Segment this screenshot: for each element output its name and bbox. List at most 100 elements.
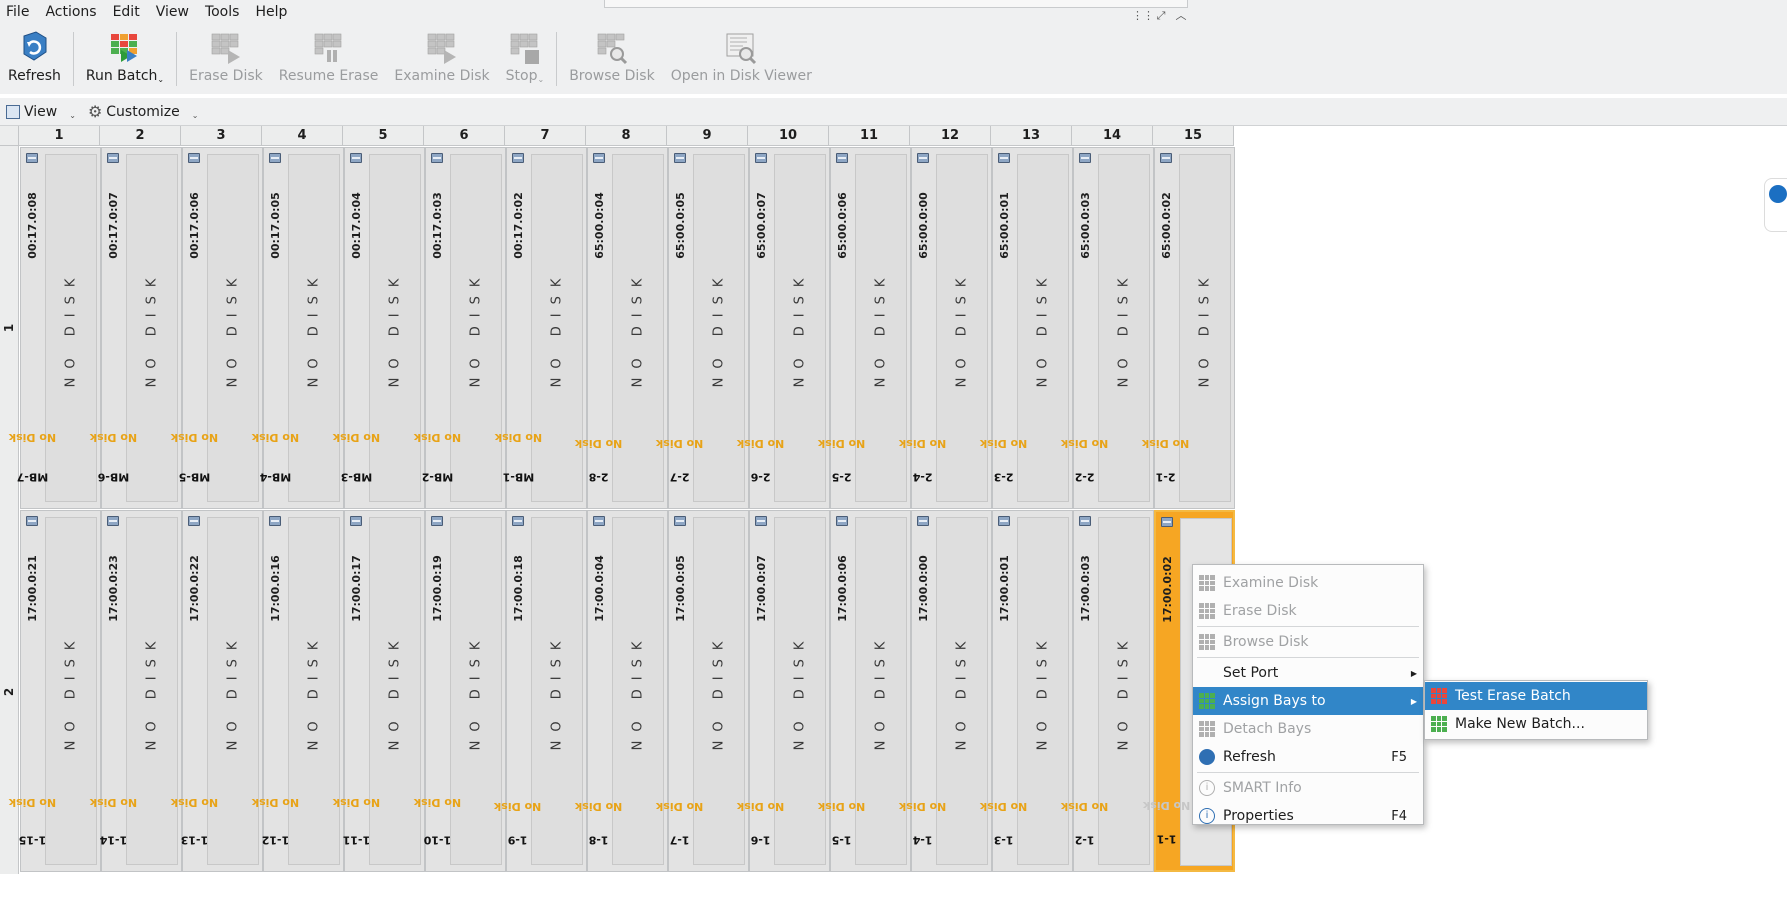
drive-bay[interactable]: 17:00.0:05 1-7 No Disk NO DISK xyxy=(656,510,749,872)
drive-bay[interactable]: 65:00.0:04 2-8 No Disk NO DISK xyxy=(575,147,668,509)
bay-label: MB-7 No Disk xyxy=(8,398,55,508)
drive-bay[interactable]: 17:00.0:22 1-13 No Disk NO DISK xyxy=(170,510,263,872)
examine-disk-button[interactable]: Examine Disk xyxy=(386,24,497,94)
batch-icon xyxy=(1431,688,1447,704)
drive-bay[interactable]: 17:00.0:07 1-6 No Disk NO DISK xyxy=(737,510,830,872)
erase-disk-button[interactable]: Erase Disk xyxy=(181,24,271,94)
drive-bay[interactable]: 17:00.0:19 1-10 No Disk NO DISK xyxy=(413,510,506,872)
drive-bay[interactable]: 00:17.0:02 MB-1 No Disk NO DISK xyxy=(494,147,587,509)
context-detach-bays[interactable]: Detach Bays xyxy=(1193,715,1423,743)
drive-bay[interactable]: 17:00.0:21 1-15 No Disk NO DISK xyxy=(8,510,101,872)
customize-button[interactable]: ⚙ Customize ⌄ xyxy=(82,102,205,121)
column-header: 5 xyxy=(343,126,424,146)
bay-status: No Disk xyxy=(899,799,947,813)
drive-bay[interactable]: 00:17.0:07 MB-6 No Disk NO DISK xyxy=(89,147,182,509)
menu-tools[interactable]: Tools xyxy=(197,0,248,24)
drive-bay[interactable]: 65:00.0:07 2-6 No Disk NO DISK xyxy=(737,147,830,509)
menu-edit[interactable]: Edit xyxy=(105,0,148,24)
context-properties[interactable]: i Properties F4 xyxy=(1193,802,1423,830)
column-header: 13 xyxy=(991,126,1072,146)
no-disk-text: NO DISK xyxy=(873,632,889,750)
drive-bay[interactable]: 17:00.0:16 1-12 No Disk NO DISK xyxy=(251,510,344,872)
drive-bay[interactable]: 17:00.0:03 1-2 No Disk NO DISK xyxy=(1061,510,1154,872)
erase-disk-icon xyxy=(1199,603,1215,619)
drive-bay[interactable]: 17:00.0:17 1-11 No Disk NO DISK xyxy=(332,510,425,872)
context-assign-bays[interactable]: Assign Bays to ▶ xyxy=(1193,687,1423,715)
menu-file[interactable]: File xyxy=(0,0,37,24)
context-set-port-label: Set Port xyxy=(1223,665,1279,681)
side-widget[interactable] xyxy=(1764,178,1787,232)
disk-icon xyxy=(917,516,929,526)
disk-icon xyxy=(755,516,767,526)
collapse-icon[interactable]: ︿ xyxy=(1172,8,1190,24)
bay-status: No Disk xyxy=(1061,436,1109,450)
test-erase-batch-label: Test Erase Batch xyxy=(1455,688,1571,704)
drive-bay[interactable]: 00:17.0:05 MB-4 No Disk NO DISK xyxy=(251,147,344,509)
bay-label: 1-1 No Disk xyxy=(1143,760,1190,870)
drive-bay[interactable]: 65:00.0:06 2-5 No Disk NO DISK xyxy=(818,147,911,509)
resume-erase-button[interactable]: Resume Erase xyxy=(271,24,387,94)
context-refresh[interactable]: Refresh F5 xyxy=(1193,743,1423,771)
drive-bay[interactable]: 65:00.0:02 2-1 No Disk NO DISK xyxy=(1142,147,1235,509)
view-button[interactable]: View ⌄ xyxy=(0,103,82,120)
context-examine-disk[interactable]: Examine Disk xyxy=(1193,569,1423,597)
column-header: 1 xyxy=(19,126,100,146)
bay-grid: 1 2 3 4 5 6 7 8 9 10 11 12 13 14 15 1 2 00:17.0:08 MB-7… xyxy=(0,126,1235,874)
bay-name: MB-6 xyxy=(97,470,129,484)
bay-label: 1-13 No Disk xyxy=(170,761,217,871)
bay-label: 2-2 No Disk xyxy=(1061,398,1108,508)
customize-dropdown-icon: ⌄ xyxy=(191,111,199,120)
drive-bay[interactable]: 65:00.0:00 2-4 No Disk NO DISK xyxy=(899,147,992,509)
menu-actions[interactable]: Actions xyxy=(37,0,104,24)
context-set-port[interactable]: Set Port ▶ xyxy=(1193,659,1423,687)
bay-name: 1-6 xyxy=(751,833,771,847)
bay-name: 2-3 xyxy=(994,470,1014,484)
bay-status: No Disk xyxy=(89,430,137,444)
drive-bay[interactable]: 00:17.0:06 MB-5 No Disk NO DISK xyxy=(170,147,263,509)
menu-view[interactable]: View xyxy=(148,0,197,24)
refresh-shortcut: F5 xyxy=(1391,749,1407,765)
stop-button[interactable]: Stop⌄ xyxy=(498,24,553,94)
refresh-button[interactable]: Refresh xyxy=(0,24,69,94)
drive-bay[interactable]: 00:17.0:03 MB-2 No Disk NO DISK xyxy=(413,147,506,509)
column-header: 4 xyxy=(262,126,343,146)
bay-name: 2-7 xyxy=(670,470,690,484)
disk-icon xyxy=(188,153,200,163)
bay-port: 17:00.0:07 xyxy=(754,554,768,622)
drive-bay[interactable]: 00:17.0:04 MB-3 No Disk NO DISK xyxy=(332,147,425,509)
bay-port: 65:00.0:07 xyxy=(754,191,768,259)
drive-bay[interactable]: 17:00.0:23 1-14 No Disk NO DISK xyxy=(89,510,182,872)
run-batch-button[interactable]: Run Batch⌄ xyxy=(78,24,172,94)
context-browse-disk[interactable]: Browse Disk xyxy=(1193,628,1423,656)
submenu-make-new-batch[interactable]: Make New Batch... xyxy=(1425,710,1647,738)
drive-bay[interactable]: 17:00.0:01 1-3 No Disk NO DISK xyxy=(980,510,1073,872)
bay-port: 65:00.0:01 xyxy=(997,191,1011,259)
bay-port: 17:00.0:03 xyxy=(1078,554,1092,622)
open-disk-viewer-button[interactable]: Open in Disk Viewer xyxy=(663,24,820,94)
menu-help[interactable]: Help xyxy=(247,0,295,24)
drive-bay[interactable]: 65:00.0:05 2-7 No Disk NO DISK xyxy=(656,147,749,509)
bay-label: 2-4 No Disk xyxy=(899,398,946,508)
browse-disk-button[interactable]: Browse Disk xyxy=(561,24,663,94)
refresh-icon xyxy=(18,30,50,66)
no-disk-text: NO DISK xyxy=(63,269,79,387)
drive-bay[interactable]: 17:00.0:04 1-8 No Disk NO DISK xyxy=(575,510,668,872)
disk-icon xyxy=(1161,517,1173,527)
context-smart-info[interactable]: i SMART Info xyxy=(1193,774,1423,802)
drive-bay[interactable]: 17:00.0:06 1-5 No Disk NO DISK xyxy=(818,510,911,872)
drive-bay[interactable]: 00:17.0:08 MB-7 No Disk NO DISK xyxy=(8,147,101,509)
submenu-test-erase-batch[interactable]: Test Erase Batch xyxy=(1425,682,1647,710)
bay-label: 1-8 No Disk xyxy=(575,761,622,871)
bay-label: 1-11 No Disk xyxy=(332,761,379,871)
bay-port: 00:17.0:07 xyxy=(106,191,120,259)
drive-bay[interactable]: 17:00.0:18 1-9 No Disk NO DISK xyxy=(494,510,587,872)
drive-bay[interactable]: 65:00.0:03 2-2 No Disk NO DISK xyxy=(1061,147,1154,509)
drive-bay[interactable]: 65:00.0:01 2-3 No Disk NO DISK xyxy=(980,147,1073,509)
toolbar-separator xyxy=(556,32,558,86)
grip-icon[interactable]: ⋮⋮ xyxy=(1132,8,1154,24)
expand-icon[interactable]: ⤢ xyxy=(1152,8,1170,24)
stop-label: Stop⌄ xyxy=(505,68,545,84)
drive-bay[interactable]: 17:00.0:00 1-4 No Disk NO DISK xyxy=(899,510,992,872)
context-erase-disk[interactable]: Erase Disk xyxy=(1193,597,1423,625)
bay-name: 1-13 xyxy=(180,833,208,847)
